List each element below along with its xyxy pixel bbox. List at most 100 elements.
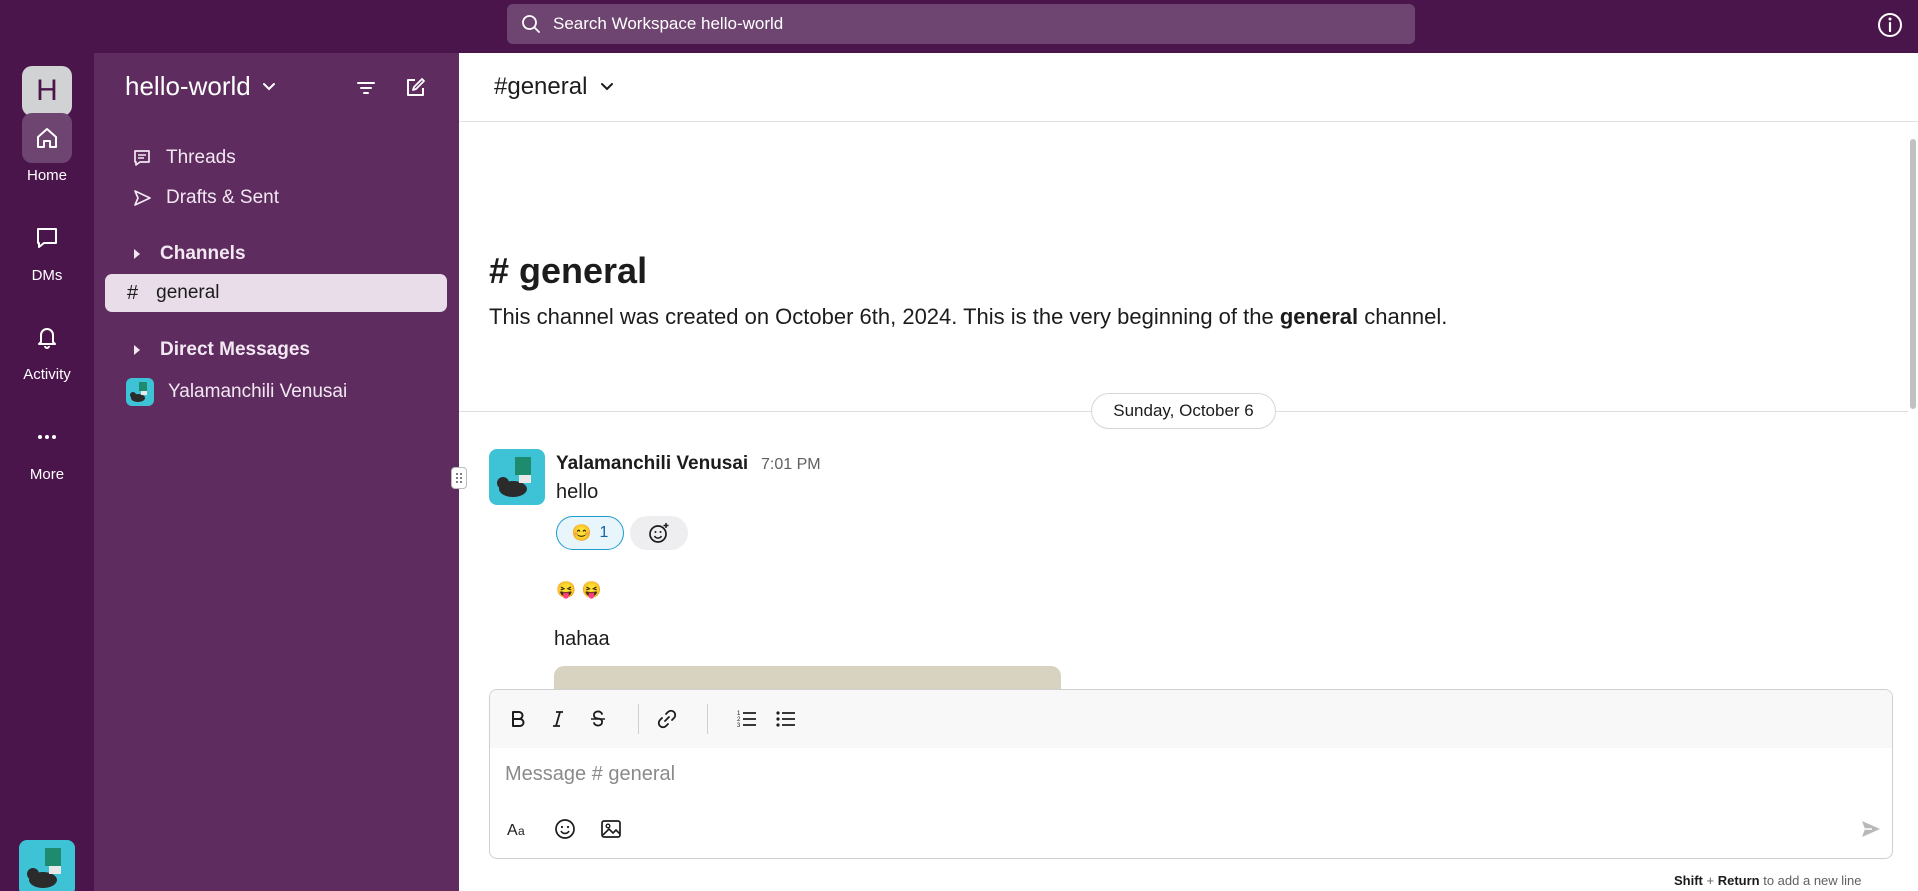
caret-right-icon bbox=[134, 345, 140, 355]
workspace-avatar[interactable]: H bbox=[22, 66, 72, 116]
avatar bbox=[126, 378, 154, 406]
svg-text:A: A bbox=[507, 822, 518, 839]
bulleted-list-button[interactable] bbox=[772, 705, 800, 733]
channel-name: general bbox=[156, 282, 220, 303]
channel-main: #general # general This channel was crea… bbox=[459, 53, 1918, 891]
channel-sidebar: hello-world Threads Drafts & Sent Channe… bbox=[94, 53, 459, 891]
info-button[interactable] bbox=[1876, 11, 1904, 39]
add-reaction-button[interactable] bbox=[630, 516, 688, 550]
sidebar-item-label: Threads bbox=[166, 147, 236, 168]
date-pill[interactable]: Sunday, October 6 bbox=[1091, 393, 1276, 429]
channel-intro-title: # general bbox=[489, 250, 648, 291]
bold-icon bbox=[512, 711, 525, 727]
chevron-down-icon bbox=[601, 83, 614, 91]
rail-item-activity[interactable]: Activity bbox=[0, 312, 94, 383]
message-author[interactable]: Yalamanchili Venusai bbox=[556, 453, 748, 475]
user-avatar[interactable] bbox=[19, 840, 75, 891]
message-composer: 123 Aa bbox=[489, 689, 1893, 859]
sidebar-resize-handle[interactable] bbox=[451, 467, 467, 489]
sidebar-item-general[interactable]: # general bbox=[105, 274, 447, 312]
send-icon bbox=[1862, 821, 1880, 837]
filter-button[interactable] bbox=[351, 73, 381, 103]
workspace-name: hello-world bbox=[125, 71, 251, 101]
ordered-list-button[interactable]: 123 bbox=[733, 705, 761, 733]
intro-text-bold: general bbox=[1279, 304, 1359, 329]
emoji-message: 😝 😝 bbox=[556, 580, 602, 600]
sidebar-item-label: Drafts & Sent bbox=[166, 187, 279, 208]
search-icon bbox=[522, 15, 540, 33]
text-format-icon: Aa bbox=[507, 822, 525, 839]
scrollbar-thumb[interactable] bbox=[1910, 139, 1916, 409]
search-text: Search Workspace hello-world bbox=[553, 14, 784, 33]
link-button[interactable] bbox=[653, 705, 681, 733]
message-timestamp[interactable]: 7:01 PM bbox=[761, 456, 821, 474]
compose-button[interactable] bbox=[400, 73, 430, 103]
avatar-illustration-icon bbox=[489, 449, 545, 505]
bell-icon bbox=[22, 312, 72, 362]
workspace-search[interactable]: Search Workspace hello-world bbox=[507, 4, 1415, 44]
toolbar-divider bbox=[638, 704, 639, 734]
text-formatting-button[interactable]: Aa bbox=[504, 814, 534, 844]
bold-button[interactable] bbox=[504, 705, 532, 733]
bulleted-list-icon bbox=[776, 711, 795, 727]
rail-label: DMs bbox=[31, 267, 63, 284]
italic-icon bbox=[553, 711, 563, 727]
hint-key: Shift bbox=[1674, 873, 1703, 888]
send-button[interactable] bbox=[1856, 814, 1886, 844]
hash-icon: # bbox=[127, 281, 139, 304]
ordered-list-icon: 123 bbox=[737, 711, 756, 729]
channel-intro-text: This channel was created on October 6th,… bbox=[489, 304, 1447, 330]
emoji: 😝 bbox=[581, 582, 602, 599]
intro-text-part: channel. bbox=[1358, 304, 1448, 329]
message-input[interactable] bbox=[505, 756, 1875, 792]
reaction-emoji: 😊 bbox=[571, 525, 592, 542]
emoji-icon bbox=[555, 819, 575, 839]
threads-icon bbox=[134, 150, 150, 166]
info-icon bbox=[1878, 13, 1902, 37]
drag-handle-icon bbox=[456, 473, 462, 483]
hint-key: Return bbox=[1717, 873, 1760, 888]
emoji: 😝 bbox=[556, 582, 576, 599]
intro-text-part: This channel was created on October 6th,… bbox=[489, 304, 1280, 329]
avatar-illustration-icon bbox=[19, 840, 75, 891]
image-upload-button[interactable] bbox=[596, 814, 626, 844]
image-icon bbox=[601, 820, 621, 838]
italic-button[interactable] bbox=[544, 705, 572, 733]
reaction-count: 1 bbox=[599, 524, 609, 541]
rail-label: Activity bbox=[23, 366, 71, 383]
message-text: hello bbox=[556, 481, 599, 503]
section-label: Channels bbox=[160, 243, 246, 264]
home-icon bbox=[22, 113, 72, 163]
workspace-name-menu[interactable]: hello-world bbox=[125, 71, 277, 102]
compose-icon bbox=[407, 78, 425, 96]
channel-header[interactable]: #general bbox=[459, 53, 1918, 122]
composer-actions: Aa bbox=[490, 804, 1892, 854]
rail-item-more[interactable]: More bbox=[0, 412, 94, 483]
rail-item-dms[interactable]: DMs bbox=[0, 213, 94, 284]
sidebar-item-dm-user[interactable]: Yalamanchili Venusai bbox=[126, 376, 347, 408]
link-icon bbox=[657, 709, 677, 729]
channels-section-toggle[interactable]: Channels bbox=[132, 238, 246, 270]
avatar-illustration-icon bbox=[126, 378, 154, 406]
hint-text: + bbox=[1702, 873, 1718, 888]
dms-section-toggle[interactable]: Direct Messages bbox=[132, 334, 310, 366]
chat-bubble-icon bbox=[22, 213, 72, 263]
emoji-button[interactable] bbox=[550, 814, 580, 844]
svg-text:3: 3 bbox=[737, 723, 741, 729]
sidebar-item-drafts[interactable]: Drafts & Sent bbox=[132, 182, 279, 214]
strikethrough-button[interactable] bbox=[584, 705, 612, 733]
sidebar-item-threads[interactable]: Threads bbox=[132, 142, 236, 174]
hint-text: to add a new line bbox=[1759, 873, 1862, 888]
add-emoji-icon bbox=[649, 523, 669, 543]
reaction-pill[interactable]: 😊 1 bbox=[556, 516, 624, 550]
rail-item-home[interactable]: Home bbox=[0, 113, 94, 184]
toolbar-divider bbox=[707, 704, 708, 734]
message-text: hahaa bbox=[554, 628, 610, 650]
rail-label: Home bbox=[26, 167, 67, 184]
top-bar: Search Workspace hello-world bbox=[0, 0, 1918, 53]
avatar[interactable] bbox=[489, 449, 545, 505]
dm-user-name: Yalamanchili Venusai bbox=[168, 381, 348, 402]
message-scrollbar[interactable] bbox=[1908, 127, 1918, 745]
ellipsis-icon bbox=[22, 412, 72, 462]
app-rail: H Home DMs Activity More bbox=[0, 53, 94, 891]
